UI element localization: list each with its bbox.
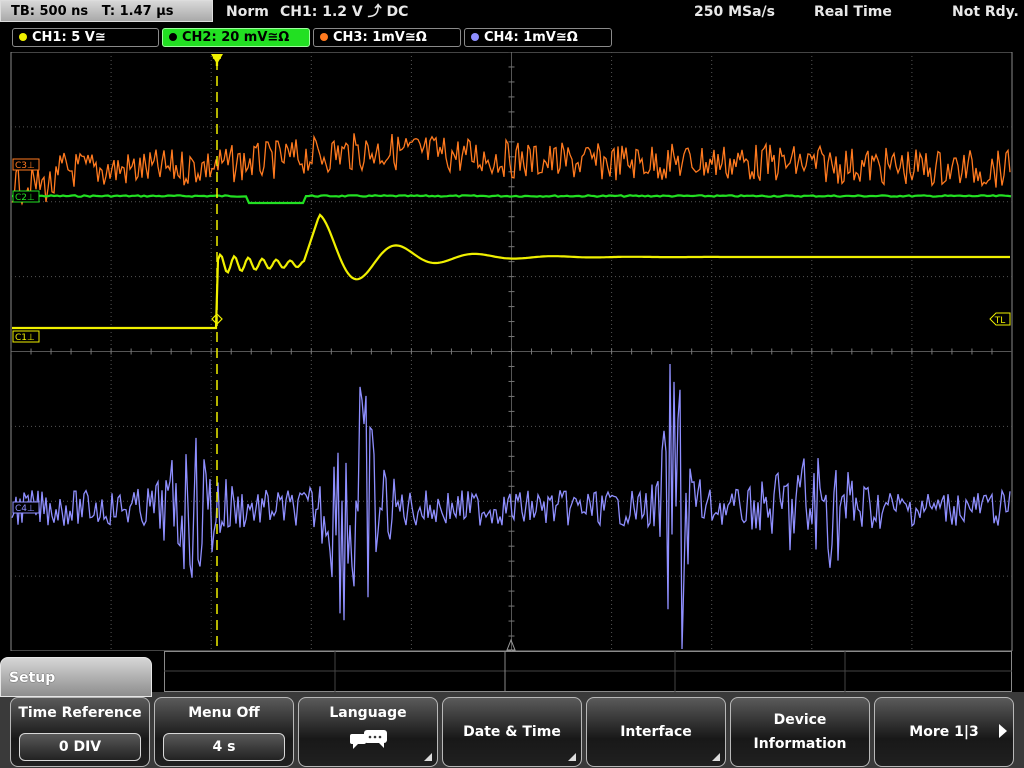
c2-marker-label: C2⊥ [15,193,35,203]
time-reference-softkey[interactable]: Time Reference 0 DIV [10,697,150,767]
next-page-arrow-icon [999,724,1007,738]
language-label: Language [329,705,407,721]
channel-1-button[interactable]: CH1: 5 V≅ [12,28,159,47]
channel-3-button[interactable]: CH3: 1mV≅Ω [313,28,461,47]
submenu-corner-icon [712,753,720,761]
device-information-line1: Device [773,712,827,728]
interface-softkey[interactable]: Interface [586,697,726,767]
c4-marker-label: C4⊥ [15,504,35,514]
channel-3-ground-marker[interactable]: C3⊥ [12,158,40,171]
acquisition-state: Not Rdy. [952,4,1019,20]
channel-3-label: CH3: 1mV≅Ω [333,30,427,45]
date-time-softkey[interactable]: Date & Time [442,697,582,767]
trigger-time-value: T: 1.47 µs [101,4,174,19]
channel-2-label: CH2: 20 mV≅Ω [182,30,290,45]
channel-4-button[interactable]: CH4: 1mV≅Ω [464,28,612,47]
channel-2-button[interactable]: CH2: 20 mV≅Ω [162,28,310,47]
submenu-corner-icon [424,753,432,761]
channel-4-label: CH4: 1mV≅Ω [484,30,578,45]
time-reference-label: Time Reference [18,705,142,721]
sample-rate: 250 MSa/s [694,4,776,20]
channel-1-dot [19,33,27,41]
c1-marker-label: C1⊥ [15,333,35,343]
trigger-mode: Norm [226,4,269,20]
menu-title: Setup [9,670,56,686]
language-softkey[interactable]: Language [298,697,438,767]
channel-1-ground-marker[interactable]: C1⊥ [12,330,40,343]
channel-2-ground-marker[interactable]: C2⊥ [12,190,40,203]
time-reference-value: 0 DIV [19,733,141,761]
menu-off-label: Menu Off [188,705,260,721]
acquisition-mode: Real Time [814,4,892,20]
menu-title-tab: Setup [0,657,152,697]
trigger-position-label: T [213,55,222,69]
channel-4-dot [471,33,479,41]
trigger-info: CH1: 1.2 V ⤴ DC [280,4,409,20]
device-information-line2: Information [753,736,847,752]
submenu-corner-icon [568,753,576,761]
speech-bubbles-icon [350,730,387,749]
waveform-display[interactable]: T C3⊥ C2⊥ C1⊥ C4⊥ TL [0,52,1024,651]
status-bar: TB: 500 ns T: 1.47 µs Norm CH1: 1.2 V ⤴ … [0,0,1024,24]
trigger-level-label: TL [994,316,1006,326]
interface-label: Interface [620,724,692,740]
menu-off-softkey[interactable]: Menu Off 4 s [154,697,294,767]
timebase-value: TB: 500 ns [11,4,89,19]
channel-3-dot [320,33,328,41]
channel-2-dot [169,33,177,41]
more-label: More 1|3 [909,724,979,740]
timebase-readout[interactable]: TB: 500 ns T: 1.47 µs [0,0,213,22]
zoom-strip [164,651,1012,692]
menu-off-value: 4 s [163,733,285,761]
channel-4-ground-marker[interactable]: C4⊥ [12,501,40,514]
device-information-softkey[interactable]: Device Information [730,697,870,767]
date-time-label: Date & Time [463,724,561,740]
c3-marker-label: C3⊥ [15,161,35,171]
more-softkey[interactable]: More 1|3 [874,697,1014,767]
channel-1-label: CH1: 5 V≅ [32,30,106,45]
